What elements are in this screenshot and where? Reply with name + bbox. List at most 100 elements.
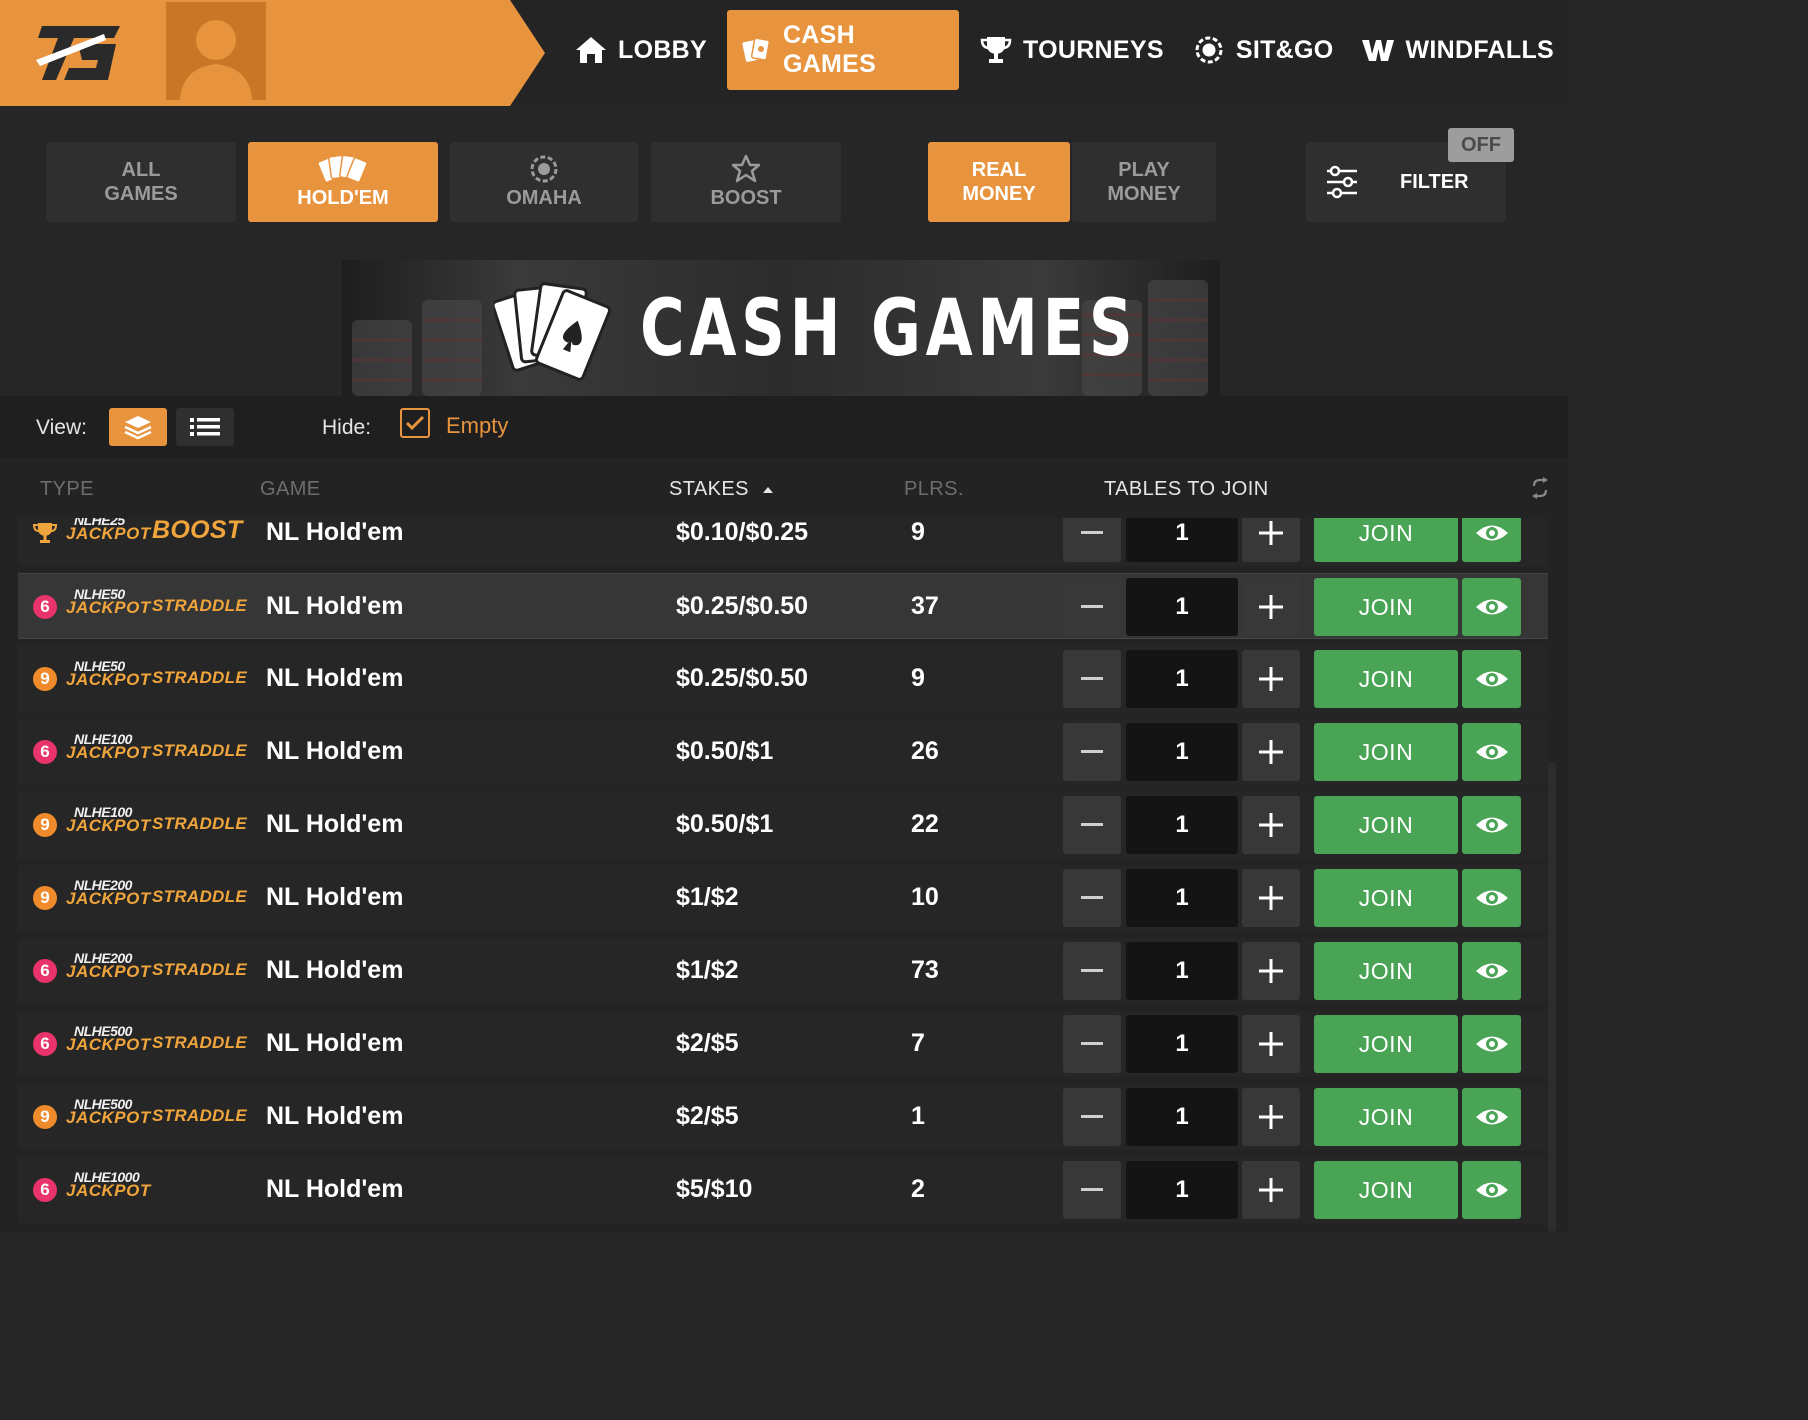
decrease-tables-button[interactable] (1063, 942, 1121, 1000)
nav-tourneys-label: TOURNEYS (1022, 35, 1164, 64)
join-button[interactable]: JOIN (1314, 796, 1458, 854)
decrease-tables-button[interactable] (1063, 869, 1121, 927)
increase-tables-button[interactable] (1242, 1015, 1300, 1073)
plus-icon (1259, 813, 1283, 837)
join-button[interactable]: JOIN (1314, 869, 1458, 927)
nav-sitgo[interactable]: SIT&GO (1178, 10, 1348, 90)
tables-quantity[interactable]: 1 (1126, 869, 1238, 927)
watch-table-button[interactable] (1462, 942, 1521, 1000)
nav-cash-games[interactable]: CASH GAMES (727, 10, 959, 90)
col-stakes[interactable]: STAKES (669, 478, 775, 501)
tab-omaha[interactable]: OMAHA (450, 142, 638, 222)
filter-state-badge[interactable]: OFF (1448, 128, 1514, 162)
nav-windfalls[interactable]: WINDFALLS (1347, 10, 1568, 90)
decrease-tables-button[interactable] (1063, 723, 1121, 781)
tab-holdem-label: HOLD'EM (297, 187, 389, 209)
increase-tables-button[interactable] (1242, 1088, 1300, 1146)
table-row[interactable]: 9 NLHE50 JACKPOT STRADDLE NL Hold'em $0.… (18, 646, 1548, 712)
increase-tables-button[interactable] (1242, 796, 1300, 854)
tab-real-money[interactable]: REAL MONEY (928, 142, 1070, 222)
tab-real-money-line2: MONEY (962, 183, 1036, 205)
watch-table-button[interactable] (1462, 518, 1521, 562)
hide-empty-label[interactable]: Empty (446, 413, 508, 439)
join-button[interactable]: JOIN (1314, 723, 1458, 781)
decrease-tables-button[interactable] (1063, 1088, 1121, 1146)
increase-tables-button[interactable] (1242, 942, 1300, 1000)
tables-quantity[interactable]: 1 (1126, 518, 1238, 562)
game-tag: STRADDLE (152, 668, 247, 687)
site-logo-icon[interactable] (34, 20, 124, 86)
tab-boost[interactable]: BOOST (651, 142, 841, 222)
decrease-tables-button[interactable] (1063, 518, 1121, 562)
table-row[interactable]: NLHE25 JACKPOT BOOST NL Hold'em $0.10/$0… (18, 518, 1548, 566)
plus-icon (1259, 1105, 1283, 1129)
table-row[interactable]: 6 NLHE500 JACKPOT STRADDLE NL Hold'em $2… (18, 1011, 1548, 1077)
tables-quantity[interactable]: 1 (1126, 1088, 1238, 1146)
hide-empty-checkbox[interactable] (400, 408, 430, 438)
join-button[interactable]: JOIN (1314, 578, 1458, 636)
col-type[interactable]: TYPE (40, 478, 94, 501)
jackpot-word: JACKPOT (66, 670, 151, 689)
view-stacked-button[interactable] (109, 408, 167, 446)
avatar[interactable] (166, 2, 266, 100)
plus-icon (1259, 521, 1283, 545)
table-row[interactable]: 6 NLHE50 JACKPOT STRADDLE NL Hold'em $0.… (18, 573, 1548, 639)
decrease-tables-button[interactable] (1063, 1015, 1121, 1073)
join-button[interactable]: JOIN (1314, 942, 1458, 1000)
tab-holdem[interactable]: HOLD'EM (248, 142, 438, 222)
table-row[interactable]: 9 NLHE200 JACKPOT STRADDLE NL Hold'em $1… (18, 865, 1548, 931)
nav-lobby[interactable]: LOBBY (560, 10, 721, 90)
nav-tourneys[interactable]: TOURNEYS (965, 10, 1178, 90)
table-row[interactable]: 9 NLHE100 JACKPOT STRADDLE NL Hold'em $0… (18, 792, 1548, 858)
increase-tables-button[interactable] (1242, 650, 1300, 708)
tables-quantity[interactable]: 1 (1126, 578, 1238, 636)
watch-table-button[interactable] (1462, 796, 1521, 854)
minus-icon (1081, 750, 1103, 753)
increase-tables-button[interactable] (1242, 518, 1300, 562)
table-row[interactable]: 6 NLHE1000 JACKPOT NL Hold'em $5/$10 2 1… (18, 1157, 1548, 1223)
chip-icon (529, 154, 559, 184)
nav-lobby-label: LOBBY (618, 35, 707, 64)
decrease-tables-button[interactable] (1063, 1161, 1121, 1219)
col-plrs[interactable]: PLRS. (904, 478, 964, 501)
main-nav: LOBBY CASH GAMES TOURNEYS SIT&GO WINDFAL… (560, 10, 1568, 90)
watch-table-button[interactable] (1462, 578, 1521, 636)
tables-quantity[interactable]: 1 (1126, 1161, 1238, 1219)
increase-tables-button[interactable] (1242, 723, 1300, 781)
table-row[interactable]: 6 NLHE200 JACKPOT STRADDLE NL Hold'em $1… (18, 938, 1548, 1004)
join-button[interactable]: JOIN (1314, 1161, 1458, 1219)
decrease-tables-button[interactable] (1063, 578, 1121, 636)
increase-tables-button[interactable] (1242, 869, 1300, 927)
refresh-icon[interactable] (1530, 476, 1550, 500)
table-header: TYPE GAME STAKES PLRS. TABLES TO JOIN (0, 458, 1568, 518)
eye-icon (1475, 963, 1508, 979)
game-stakes: $0.10/$0.25 (676, 518, 809, 546)
watch-table-button[interactable] (1462, 650, 1521, 708)
tables-quantity[interactable]: 1 (1126, 650, 1238, 708)
table-row[interactable]: 9 NLHE500 JACKPOT STRADDLE NL Hold'em $2… (18, 1084, 1548, 1150)
tables-quantity[interactable]: 1 (1126, 942, 1238, 1000)
watch-table-button[interactable] (1462, 1088, 1521, 1146)
tables-quantity[interactable]: 1 (1126, 723, 1238, 781)
increase-tables-button[interactable] (1242, 1161, 1300, 1219)
decrease-tables-button[interactable] (1063, 650, 1121, 708)
col-game[interactable]: GAME (260, 478, 321, 501)
table-row[interactable]: 6 NLHE100 JACKPOT STRADDLE NL Hold'em $0… (18, 719, 1548, 785)
decrease-tables-button[interactable] (1063, 796, 1121, 854)
tables-quantity[interactable]: 1 (1126, 796, 1238, 854)
tab-play-money-line2: MONEY (1107, 183, 1181, 205)
join-button[interactable]: JOIN (1314, 650, 1458, 708)
view-list-button[interactable] (176, 408, 234, 446)
join-button[interactable]: JOIN (1314, 518, 1458, 562)
increase-tables-button[interactable] (1242, 578, 1300, 636)
watch-table-button[interactable] (1462, 723, 1521, 781)
watch-table-button[interactable] (1462, 1161, 1521, 1219)
watch-table-button[interactable] (1462, 1015, 1521, 1073)
join-button[interactable]: JOIN (1314, 1015, 1458, 1073)
join-button[interactable]: JOIN (1314, 1088, 1458, 1146)
table-scrollbar[interactable] (1548, 762, 1556, 1232)
tab-play-money[interactable]: PLAY MONEY (1072, 142, 1216, 222)
tables-quantity[interactable]: 1 (1126, 1015, 1238, 1073)
watch-table-button[interactable] (1462, 869, 1521, 927)
tab-all-games[interactable]: ALL GAMES (46, 142, 236, 222)
